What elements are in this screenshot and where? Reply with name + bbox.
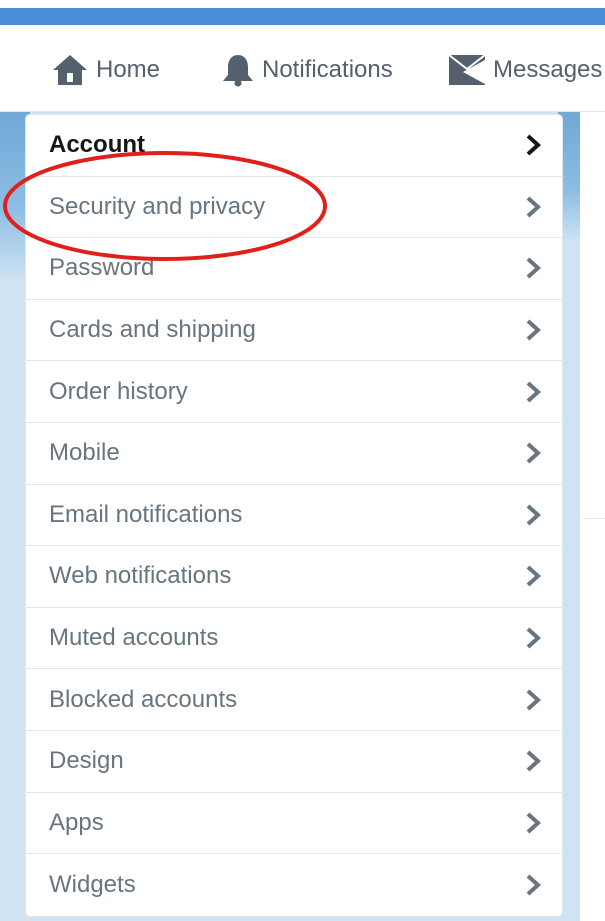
nav-home-label: Home: [96, 56, 161, 83]
home-icon: [50, 52, 90, 88]
menu-item-label: Web notifications: [49, 562, 232, 590]
menu-item-email-notifications[interactable]: Email notifications: [26, 485, 562, 547]
menu-item-apps[interactable]: Apps: [26, 793, 562, 855]
nav-notifications-label: Notifications: [262, 56, 393, 83]
menu-item-account[interactable]: Account: [26, 115, 562, 177]
menu-item-order-history[interactable]: Order history: [26, 361, 562, 423]
chevron-right-icon: [524, 442, 542, 464]
menu-item-password[interactable]: Password: [26, 238, 562, 300]
menu-item-label: Muted accounts: [49, 624, 219, 652]
menu-item-cards-and-shipping[interactable]: Cards and shipping: [26, 300, 562, 362]
settings-page: Home Notifications Messages Account Secu…: [0, 0, 605, 921]
top-accent-bar: [0, 8, 605, 25]
chevron-right-icon: [524, 257, 542, 279]
menu-item-blocked-accounts[interactable]: Blocked accounts: [26, 669, 562, 731]
menu-item-muted-accounts[interactable]: Muted accounts: [26, 608, 562, 670]
chevron-right-icon: [524, 812, 542, 834]
chevron-right-icon: [524, 874, 542, 896]
menu-item-mobile[interactable]: Mobile: [26, 423, 562, 485]
menu-item-label: Widgets: [49, 870, 136, 898]
chevron-right-icon: [524, 319, 542, 341]
menu-item-label: Order history: [49, 377, 188, 405]
bell-icon: [220, 52, 256, 88]
menu-item-widgets[interactable]: Widgets: [26, 854, 562, 916]
menu-item-label: Security and privacy: [49, 192, 266, 220]
chevron-right-icon: [524, 134, 542, 156]
chevron-right-icon: [524, 689, 542, 711]
nav-home[interactable]: Home: [50, 51, 160, 89]
menu-item-label: Account: [49, 131, 145, 159]
top-navigation: Home Notifications Messages: [0, 25, 605, 112]
nav-messages-label: Messages: [493, 56, 603, 83]
menu-item-label: Password: [49, 254, 155, 282]
menu-item-label: Design: [49, 747, 124, 775]
chevron-right-icon: [524, 381, 542, 403]
menu-item-security-and-privacy[interactable]: Security and privacy: [26, 177, 562, 239]
menu-item-label: Blocked accounts: [49, 685, 238, 713]
content-divider: [583, 518, 605, 519]
chevron-right-icon: [524, 504, 542, 526]
menu-item-label: Apps: [49, 808, 104, 836]
menu-item-label: Email notifications: [49, 500, 243, 528]
nav-notifications[interactable]: Notifications: [220, 51, 393, 89]
menu-item-design[interactable]: Design: [26, 731, 562, 793]
chevron-right-icon: [524, 750, 542, 772]
chevron-right-icon: [524, 196, 542, 218]
nav-messages[interactable]: Messages: [447, 51, 602, 89]
settings-menu: Account Security and privacy Password Ca…: [25, 114, 563, 917]
chevron-right-icon: [524, 627, 542, 649]
menu-item-web-notifications[interactable]: Web notifications: [26, 546, 562, 608]
envelope-icon: [447, 52, 487, 88]
menu-item-label: Cards and shipping: [49, 316, 256, 344]
menu-item-label: Mobile: [49, 439, 120, 467]
chevron-right-icon: [524, 565, 542, 587]
